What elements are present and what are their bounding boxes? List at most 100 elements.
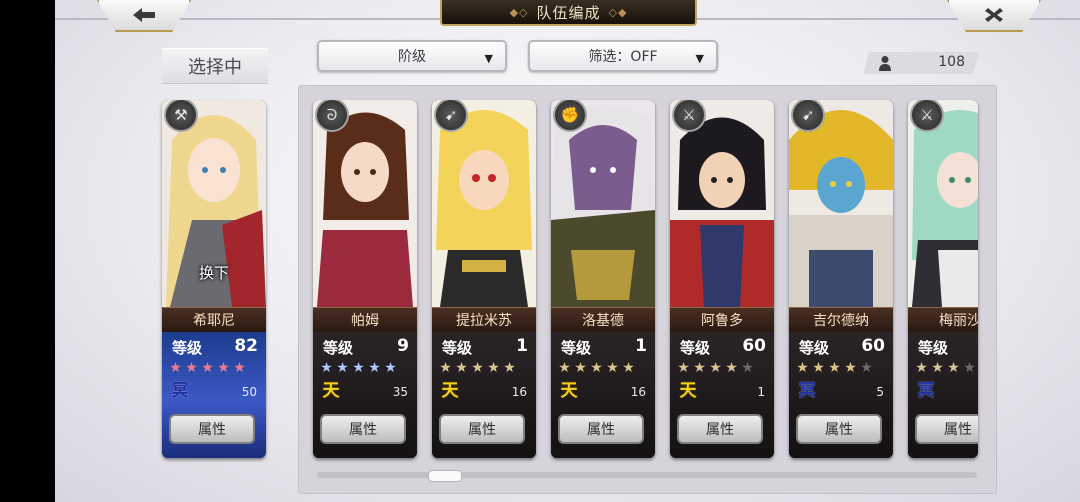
rank-badge-icon: 天 <box>322 381 340 401</box>
star-filled-icon: ★ <box>574 360 588 376</box>
character-portrait: ᘐ <box>313 100 417 307</box>
star-filled-icon: ★ <box>352 360 366 376</box>
character-stats: 等级 60 ★ ★ ★ ★ ★ 冥 5 属性 <box>789 332 893 458</box>
selected-character-card[interactable]: ⚒ 换下 希耶尼 等级 82 ★ ★ ★ ★ ★ 冥 50 属性 <box>162 100 266 458</box>
star-filled-icon: ★ <box>796 360 810 376</box>
star-rating: ★★★★★ <box>557 360 637 376</box>
character-name: 希耶尼 <box>162 307 266 333</box>
title-ornament-left-icon: ◆◇ <box>509 5 529 19</box>
star-filled-icon: ★ <box>201 360 215 376</box>
character-name: 提拉米苏 <box>432 307 536 333</box>
star-filled-icon: ★ <box>931 360 945 376</box>
character-stats: 等级 9 ★ ★ ★ ★ ★ 天 35 属性 <box>313 332 417 458</box>
character-card[interactable]: ➹ 提拉米苏 等级 1 ★ ★ ★ ★ ★ 天 16 属性 <box>432 100 536 458</box>
attribute-button[interactable]: 属性 <box>677 414 763 444</box>
star-filled-icon: ★ <box>693 360 707 376</box>
level-value: 1 <box>635 336 647 356</box>
star-filled-icon: ★ <box>947 360 961 376</box>
chevron-down-icon: ▼ <box>484 52 493 65</box>
star-rating: ★★★★★ <box>438 360 518 376</box>
filter-value: 筛选：OFF <box>588 49 658 65</box>
star-rating: ★★★★★ <box>914 360 978 376</box>
character-card[interactable]: ➹ 吉尔德纳等级 60 ★ ★ ★ ★ ★ 冥 5 属性 <box>789 100 893 458</box>
character-portrait: ⚔ <box>908 100 978 307</box>
star-filled-icon: ★ <box>217 360 231 376</box>
star-filled-icon: ★ <box>439 360 453 376</box>
character-portrait: ➹ <box>789 100 893 307</box>
star-rating: ★★★★★ <box>319 360 399 376</box>
character-card[interactable]: ⚔ 阿鲁多 等级 60 ★ ★ ★ ★ ★ 天 1 属性 <box>670 100 774 458</box>
level-value: 9 <box>397 336 409 356</box>
title-ornament-right-icon: ◇◆ <box>608 5 628 19</box>
character-stats: 等级 1 ★ ★ ★ ★ ★ 天 16 属性 <box>551 332 655 458</box>
selecting-label: 选择中 <box>162 48 268 84</box>
character-portrait: ✊ <box>551 100 655 307</box>
page-title: 队伍编成 <box>536 3 601 22</box>
star-filled-icon: ★ <box>709 360 723 376</box>
sort-rank-value: 阶级 <box>398 49 426 65</box>
star-filled-icon: ★ <box>725 360 739 376</box>
star-filled-icon: ★ <box>677 360 691 376</box>
star-filled-icon: ★ <box>487 360 501 376</box>
card-value: 16 <box>630 385 646 399</box>
game-screen: ◆◇ 队伍编成 ◇◆ 选择中 阶级 ▼ 筛选：OFF ▼ 108 ⚒ 换下 希耶… <box>55 0 1080 502</box>
chevron-down-icon: ▼ <box>695 52 704 65</box>
rank-badge-icon: 冥 <box>917 381 935 401</box>
back-button[interactable] <box>97 0 191 32</box>
star-rating: ★★★★★ <box>168 360 248 376</box>
star-filled-icon: ★ <box>812 360 826 376</box>
attribute-button[interactable]: 属性 <box>558 414 644 444</box>
rank-badge-icon: 天 <box>679 381 697 401</box>
character-card[interactable]: ✊ 洛基德 等级 1 ★ ★ ★ ★ ★ 天 16 属性 <box>551 100 655 458</box>
attribute-button[interactable]: 属性 <box>915 414 978 444</box>
attribute-button[interactable]: 属性 <box>169 414 255 444</box>
level-label: 等级 <box>799 339 830 357</box>
character-portrait: ➹ <box>432 100 536 307</box>
character-name: 洛基德 <box>551 307 655 333</box>
filter-dropdown[interactable]: 筛选：OFF ▼ <box>528 40 718 72</box>
character-name: 帕姆 <box>313 307 417 333</box>
character-portrait: ⚔ <box>670 100 774 307</box>
star-empty-icon: ★ <box>963 360 977 376</box>
character-card[interactable]: ⚔梅丽沙等级 ★★★★★ 冥属性 <box>908 100 978 458</box>
card-value: 50 <box>241 385 257 399</box>
star-filled-icon: ★ <box>844 360 858 376</box>
character-name: 吉尔德纳 <box>789 307 893 333</box>
star-filled-icon: ★ <box>590 360 604 376</box>
star-filled-icon: ★ <box>503 360 517 376</box>
character-count: 108 <box>938 54 965 70</box>
character-portrait: ⚒ 换下 <box>162 100 266 307</box>
card-value: 5 <box>876 385 884 399</box>
star-filled-icon: ★ <box>622 360 636 376</box>
character-name: 阿鲁多 <box>670 307 774 333</box>
scrollbar-thumb[interactable] <box>428 470 462 482</box>
character-stats: 等级 ★★★★★ 冥属性 <box>908 332 978 458</box>
card-value: 35 <box>392 385 408 399</box>
star-filled-icon: ★ <box>606 360 620 376</box>
horizontal-scrollbar[interactable] <box>317 472 977 478</box>
star-filled-icon: ★ <box>368 360 382 376</box>
close-icon <box>985 8 1003 22</box>
level-value: 60 <box>861 336 885 356</box>
title-bar: ◆◇ 队伍编成 ◇◆ <box>440 0 697 26</box>
character-stats: 等级 60 ★ ★ ★ ★ ★ 天 1 属性 <box>670 332 774 458</box>
attribute-button[interactable]: 属性 <box>320 414 406 444</box>
sort-rank-dropdown[interactable]: 阶级 ▼ <box>317 40 507 72</box>
star-empty-icon: ★ <box>860 360 874 376</box>
star-rating: ★★★★★ <box>676 360 756 376</box>
star-filled-icon: ★ <box>336 360 350 376</box>
rank-badge-icon: 冥 <box>798 381 816 401</box>
attribute-button[interactable]: 属性 <box>796 414 882 444</box>
level-label: 等级 <box>918 339 949 357</box>
rank-badge-icon: 天 <box>560 381 578 401</box>
character-card[interactable]: ᘐ 帕姆等级 9 ★ ★ ★ ★ ★ 天 35 属性 <box>313 100 417 458</box>
attribute-button[interactable]: 属性 <box>439 414 525 444</box>
star-filled-icon: ★ <box>320 360 334 376</box>
level-label: 等级 <box>323 339 354 357</box>
back-arrow-icon <box>133 8 155 22</box>
level-label: 等级 <box>442 339 473 357</box>
character-name: 梅丽沙 <box>908 307 978 333</box>
close-button[interactable] <box>947 0 1041 32</box>
level-value: 1 <box>516 336 528 356</box>
star-rating: ★★★★★ <box>795 360 875 376</box>
